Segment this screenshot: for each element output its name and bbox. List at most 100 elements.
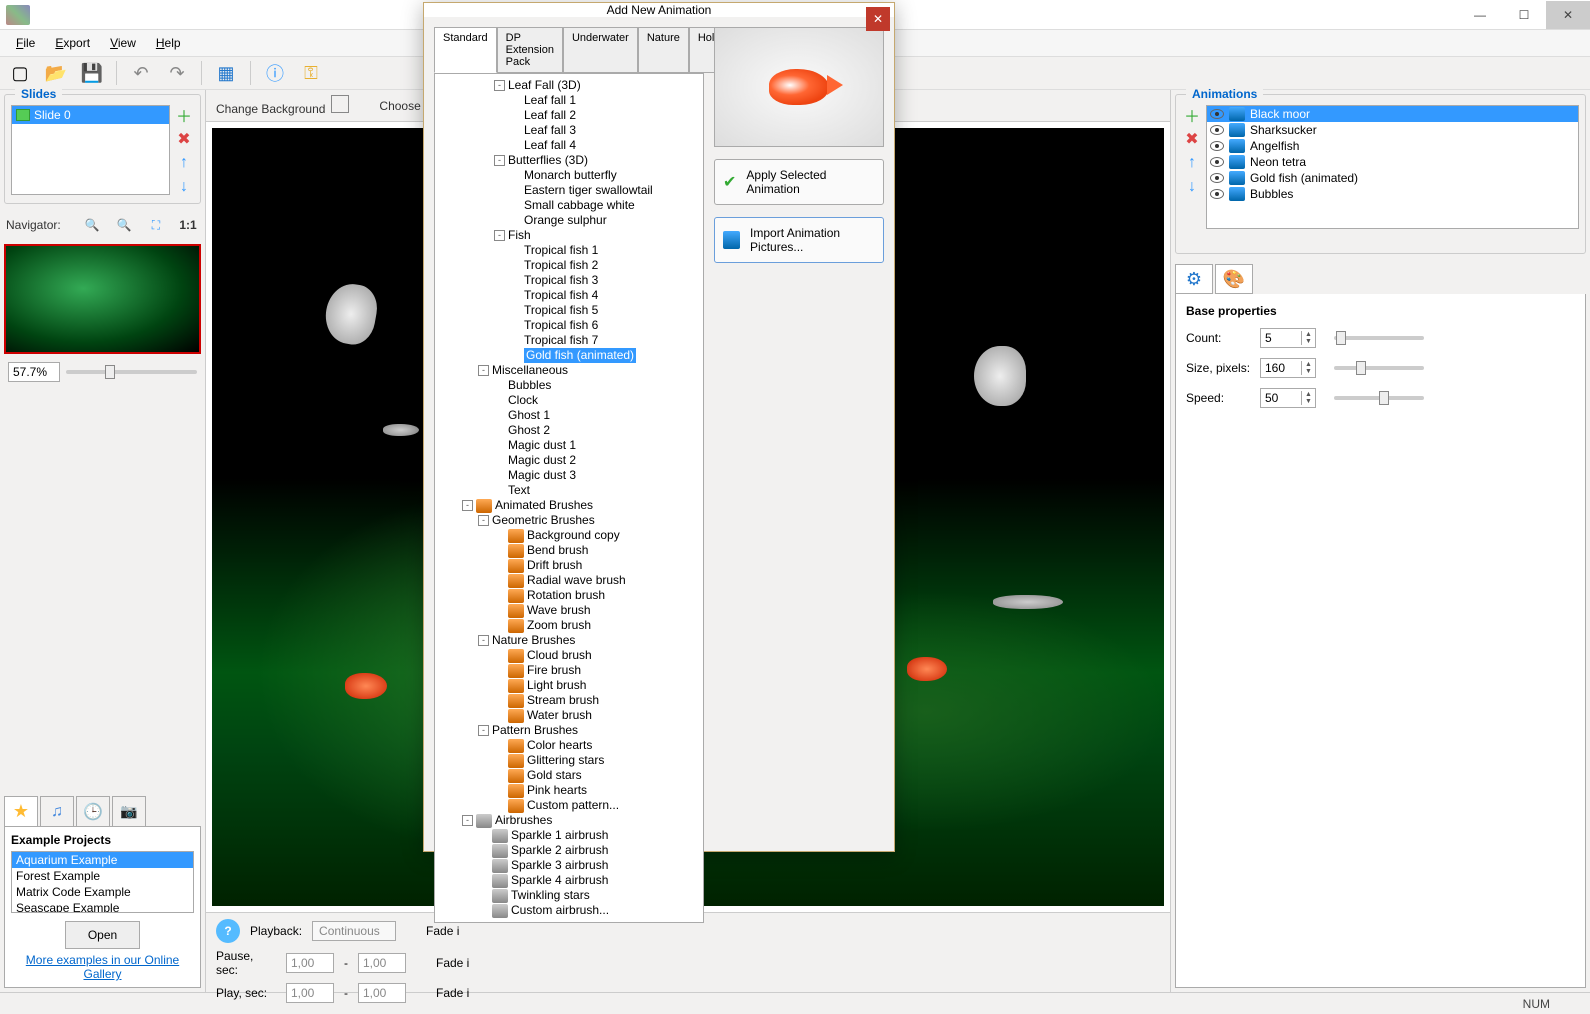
collapse-icon[interactable]: -: [462, 500, 473, 511]
anim-item[interactable]: Gold fish (animated): [1207, 170, 1578, 186]
slide-item[interactable]: Slide 0: [12, 106, 169, 124]
tree-node[interactable]: -Airbrushes: [437, 813, 701, 828]
tree-node[interactable]: Drift brush: [437, 558, 701, 573]
tree-node[interactable]: Leaf fall 4: [437, 138, 701, 153]
slide-add-button[interactable]: ＋: [174, 105, 194, 125]
tree-node[interactable]: Tropical fish 1: [437, 243, 701, 258]
tab-underwater[interactable]: Underwater: [563, 27, 638, 73]
anim-up-button[interactable]: ↑: [1182, 153, 1202, 173]
tree-node[interactable]: Wave brush: [437, 603, 701, 618]
tree-node[interactable]: Twinkling stars: [437, 888, 701, 903]
example-list[interactable]: Aquarium Example Forest Example Matrix C…: [11, 851, 194, 913]
tab-examples[interactable]: ★: [4, 796, 38, 826]
tree-node[interactable]: Monarch butterfly: [437, 168, 701, 183]
tree-node[interactable]: Leaf fall 2: [437, 108, 701, 123]
tree-node[interactable]: Leaf fall 1: [437, 93, 701, 108]
collapse-icon[interactable]: -: [478, 635, 489, 646]
tree-node[interactable]: Tropical fish 5: [437, 303, 701, 318]
tree-node[interactable]: Fire brush: [437, 663, 701, 678]
fit-button[interactable]: ⛶: [145, 214, 167, 236]
new-button[interactable]: ▢: [6, 59, 34, 87]
collapse-icon[interactable]: -: [494, 155, 505, 166]
anim-add-button[interactable]: ＋: [1182, 105, 1202, 125]
tree-node[interactable]: Background copy: [437, 528, 701, 543]
minimize-button[interactable]: —: [1458, 1, 1502, 29]
collapse-icon[interactable]: -: [462, 815, 473, 826]
anim-down-button[interactable]: ↓: [1182, 177, 1202, 197]
example-item[interactable]: Forest Example: [12, 868, 193, 884]
actual-size-button[interactable]: 1:1: [177, 214, 199, 236]
redo-button[interactable]: ↷: [163, 59, 191, 87]
tab-dp-extension[interactable]: DP Extension Pack: [497, 27, 563, 73]
menu-view[interactable]: View: [102, 33, 144, 53]
slide-up-button[interactable]: ↑: [174, 153, 194, 173]
collapse-icon[interactable]: -: [494, 230, 505, 241]
change-bg-label[interactable]: Change Background: [216, 102, 325, 116]
close-button[interactable]: ✕: [1546, 1, 1590, 29]
anim-item[interactable]: Black moor: [1207, 106, 1578, 122]
menu-file[interactable]: File: [8, 33, 43, 53]
animation-list[interactable]: Black moor Sharksucker Angelfish Neon te…: [1206, 105, 1579, 229]
menu-help[interactable]: Help: [148, 33, 189, 53]
zoom-in-button[interactable]: 🔍: [81, 214, 103, 236]
tree-node[interactable]: Stream brush: [437, 693, 701, 708]
size-spinner[interactable]: ▲▼: [1260, 358, 1316, 378]
tab-standard[interactable]: Standard: [434, 27, 497, 73]
example-item[interactable]: Seascape Example: [12, 900, 193, 913]
speed-spinner[interactable]: ▲▼: [1260, 388, 1316, 408]
zoom-out-button[interactable]: 🔍: [113, 214, 135, 236]
tree-node[interactable]: Tropical fish 7: [437, 333, 701, 348]
tree-node[interactable]: Custom airbrush...: [437, 903, 701, 918]
tree-node[interactable]: Text: [437, 483, 701, 498]
anim-item[interactable]: Neon tetra: [1207, 154, 1578, 170]
open-button[interactable]: 📂: [42, 59, 70, 87]
tree-node[interactable]: Magic dust 3: [437, 468, 701, 483]
slide-delete-button[interactable]: ✖: [174, 129, 194, 149]
eye-icon[interactable]: [1210, 125, 1224, 135]
tree-node[interactable]: Ghost 1: [437, 408, 701, 423]
play-min-input[interactable]: [286, 983, 334, 1003]
tree-node[interactable]: -Miscellaneous: [437, 363, 701, 378]
tree-node[interactable]: -Pattern Brushes: [437, 723, 701, 738]
open-example-button[interactable]: Open: [65, 921, 140, 949]
tree-node[interactable]: Magic dust 2: [437, 453, 701, 468]
tree-node[interactable]: Custom pattern...: [437, 798, 701, 813]
tree-node[interactable]: Ghost 2: [437, 423, 701, 438]
eye-icon[interactable]: [1210, 157, 1224, 167]
dialog-close-button[interactable]: ✕: [866, 7, 890, 31]
slide-list[interactable]: Slide 0: [11, 105, 170, 195]
collapse-icon[interactable]: -: [478, 365, 489, 376]
tree-node[interactable]: Clock: [437, 393, 701, 408]
count-spinner[interactable]: ▲▼: [1260, 328, 1316, 348]
tab-base-props[interactable]: ⚙: [1175, 264, 1213, 294]
info-button[interactable]: ⓘ: [261, 59, 289, 87]
collapse-icon[interactable]: -: [478, 515, 489, 526]
eye-icon[interactable]: [1210, 189, 1224, 199]
tree-node[interactable]: Tropical fish 6: [437, 318, 701, 333]
tree-node[interactable]: Sparkle 2 airbrush: [437, 843, 701, 858]
tree-node[interactable]: Tropical fish 3: [437, 273, 701, 288]
tree-node[interactable]: -Geometric Brushes: [437, 513, 701, 528]
count-slider[interactable]: [1334, 336, 1424, 340]
online-gallery-link[interactable]: More examples in our Online Gallery: [11, 953, 194, 981]
tree-node[interactable]: Glittering stars: [437, 753, 701, 768]
tree-node[interactable]: Gold stars: [437, 768, 701, 783]
tree-node[interactable]: Sparkle 4 airbrush: [437, 873, 701, 888]
eye-icon[interactable]: [1210, 109, 1224, 119]
save-button[interactable]: 💾: [78, 59, 106, 87]
tree-node[interactable]: Eastern tiger swallowtail: [437, 183, 701, 198]
play-max-input[interactable]: [358, 983, 406, 1003]
apply-animation-button[interactable]: ✔Apply Selected Animation: [714, 159, 884, 205]
size-slider[interactable]: [1334, 366, 1424, 370]
tree-node[interactable]: Sparkle 1 airbrush: [437, 828, 701, 843]
tree-node[interactable]: -Animated Brushes: [437, 498, 701, 513]
tree-node[interactable]: Gold fish (animated): [437, 348, 701, 363]
zoom-slider[interactable]: [66, 370, 197, 374]
collapse-icon[interactable]: -: [478, 725, 489, 736]
navigator-thumbnail[interactable]: [4, 244, 201, 354]
anim-item[interactable]: Angelfish: [1207, 138, 1578, 154]
tree-node[interactable]: -Leaf Fall (3D): [437, 78, 701, 93]
tree-node[interactable]: Sparkle 3 airbrush: [437, 858, 701, 873]
tab-appearance[interactable]: 🎨: [1215, 264, 1253, 294]
tab-nature[interactable]: Nature: [638, 27, 689, 73]
